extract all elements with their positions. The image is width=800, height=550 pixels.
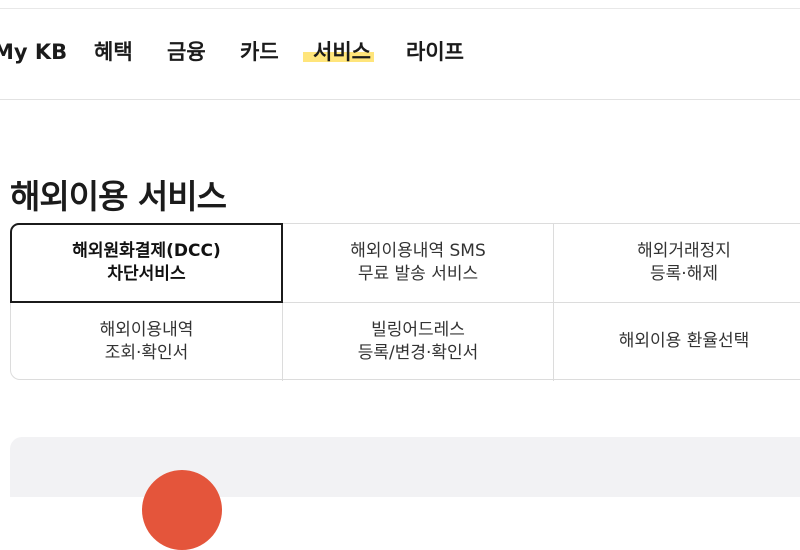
tab-label-line: 조회·확인서 [104, 342, 189, 363]
page-title: 해외이용 서비스 [10, 177, 227, 217]
tab-label-line: 해외이용내역 [99, 319, 194, 340]
nav-item-service-label: 서비스 [313, 40, 371, 64]
tab-label-line: 해외이용 환율선택 [618, 331, 750, 351]
top-divider [0, 0, 800, 9]
nav-item-life[interactable]: 라이프 [406, 37, 464, 67]
service-tab-grid: 해외원화결제(DCC) 차단서비스 해외이용내역 SMS 무료 발송 서비스 해… [10, 223, 800, 381]
tab-exchange-rate[interactable]: 해외이용 환율선택 [554, 303, 800, 380]
nav-item-my-kb[interactable]: My KB [0, 37, 67, 67]
tab-label-line: 등록/변경·확인서 [357, 342, 479, 363]
promo-banner [10, 437, 800, 550]
tab-label-line: 해외이용내역 SMS [350, 241, 486, 261]
nav-item-benefits[interactable]: 혜택 [94, 37, 133, 67]
nav-item-card[interactable]: 카드 [240, 37, 279, 67]
tab-label-line: 등록·해제 [650, 264, 718, 284]
global-nav: My KB 혜택 금융 카드 서비스 라이프 [0, 9, 800, 100]
tab-sms-notice[interactable]: 해외이용내역 SMS 무료 발송 서비스 [283, 224, 553, 302]
tab-billing-address[interactable]: 빌링어드레스 등록/변경·확인서 [283, 303, 553, 380]
tab-label-line: 해외거래정지 [637, 241, 731, 261]
tab-label-line: 무료 발송 서비스 [357, 264, 479, 284]
tab-transaction-stop[interactable]: 해외거래정지 등록·해제 [554, 224, 800, 302]
tab-dcc-block[interactable]: 해외원화결제(DCC) 차단서비스 [10, 223, 283, 303]
nav-item-finance[interactable]: 금융 [167, 37, 206, 67]
tab-label-line: 차단서비스 [107, 264, 186, 284]
tab-label-line: 해외원화결제(DCC) [72, 241, 221, 261]
tab-label-line: 빌링어드레스 [371, 319, 465, 340]
banner-graphic [142, 470, 222, 550]
tab-usage-history[interactable]: 해외이용내역 조회·확인서 [11, 303, 282, 380]
nav-item-service[interactable]: 서비스 [303, 37, 374, 67]
